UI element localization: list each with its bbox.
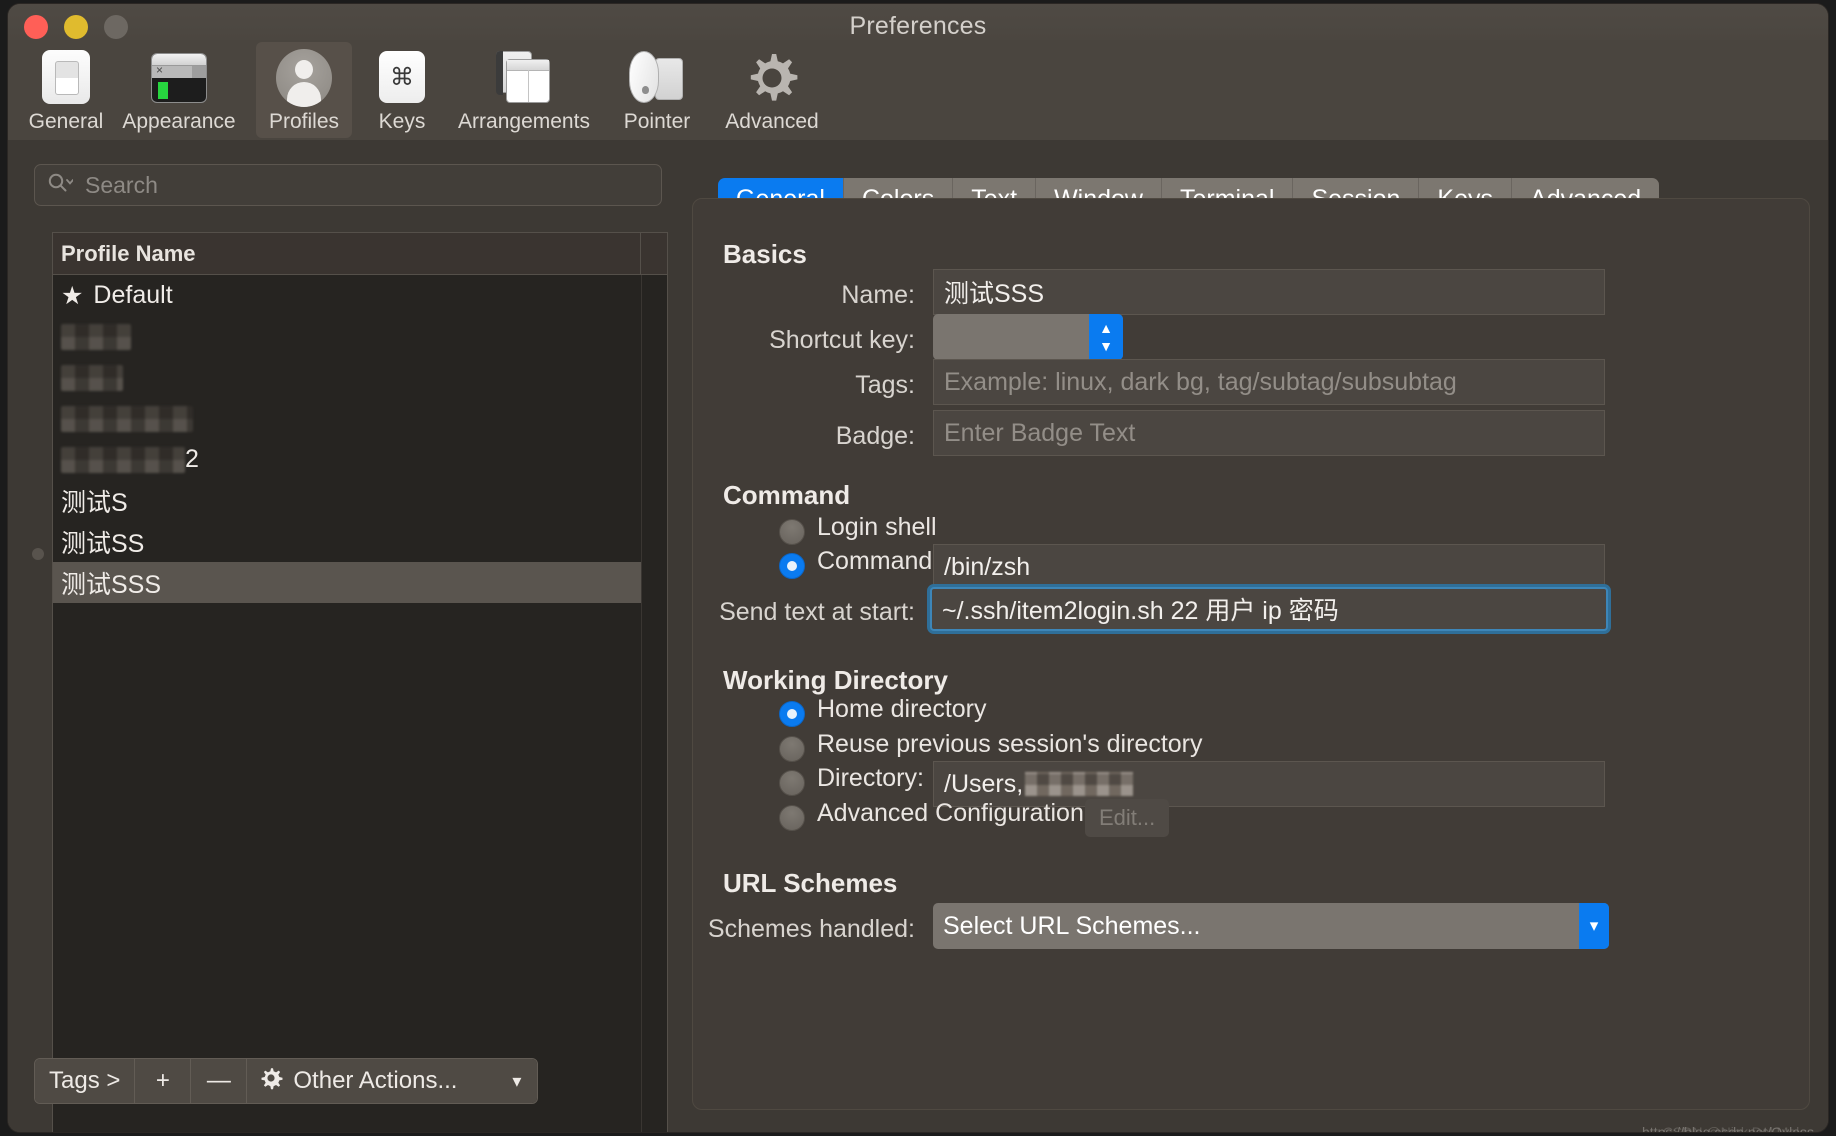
general-tab-panel: Basics Name: 测试SSS Shortcut key: ▲ ▼ Tags… <box>692 198 1810 1110</box>
edit-advanced-configuration-button[interactable]: Edit... <box>1085 799 1170 837</box>
home-directory-label: Home directory <box>817 695 987 723</box>
profile-row-redacted-1[interactable] <box>53 316 667 357</box>
schemes-handled-value: Select URL Schemes... <box>943 911 1201 940</box>
redacted-profile-name <box>61 405 193 432</box>
profile-row-redacted-4[interactable]: 2 <box>53 439 667 480</box>
toolbar-label: General <box>28 110 104 133</box>
redacted-profile-name <box>61 364 123 391</box>
preferences-toolbar: General Appearance Profiles Keys Arrange… <box>8 40 1828 140</box>
toolbar-label: Keys <box>378 110 426 133</box>
tags-label: Tags: <box>855 371 915 399</box>
tags-button[interactable]: Tags > <box>35 1059 136 1103</box>
profile-row-redacted-2[interactable] <box>53 357 667 398</box>
shortcut-key-stepper[interactable]: ▲ ▼ <box>933 314 1123 360</box>
login-shell-radio[interactable] <box>779 519 805 545</box>
toolbar-item-arrangements[interactable]: Arrangements <box>446 42 602 138</box>
column-divider[interactable] <box>640 233 641 274</box>
search-placeholder: Search <box>85 171 158 198</box>
preferences-window: Preferences General Appearance Profiles … <box>8 4 1828 1132</box>
stepper-arrows-icon[interactable]: ▲ ▼ <box>1089 314 1123 360</box>
custom-directory-label: Directory: <box>817 764 924 792</box>
profile-row-default[interactable]: ★ Default <box>53 275 667 316</box>
advanced-configuration-radio[interactable] <box>779 805 805 831</box>
profile-table-header[interactable]: Profile Name <box>53 233 667 275</box>
profile-row-label: 测试SS <box>61 529 145 558</box>
name-field[interactable]: 测试SSS <box>933 269 1605 315</box>
home-directory-radio[interactable] <box>779 701 805 727</box>
shortcut-key-label: Shortcut key: <box>769 326 915 354</box>
badge-label: Badge: <box>835 422 915 450</box>
send-text-at-start-label: Send text at start: <box>719 598 915 626</box>
command-label: Command: <box>817 547 940 575</box>
profile-list-scrollbar[interactable] <box>641 275 667 1132</box>
toolbar-item-general[interactable]: General <box>16 42 116 138</box>
profile-row-label: 测试SSS <box>61 570 162 599</box>
schemes-handled-popup[interactable]: Select URL Schemes... ▾ <box>933 903 1609 949</box>
gear-icon <box>259 1066 283 1097</box>
directory-value-prefix: /Users, <box>944 769 1024 798</box>
split-pane-handle[interactable] <box>32 548 44 560</box>
redacted-profile-name <box>61 323 131 350</box>
watermark-line-2: CSDN @Nick Del Moles <box>1662 1124 1814 1132</box>
tags-field[interactable]: Example: linux, dark bg, tag/subtag/subs… <box>933 359 1605 405</box>
mouse-trackpad-icon <box>626 48 688 108</box>
toolbar-label: Arrangements <box>458 110 590 133</box>
person-avatar-icon <box>273 48 335 108</box>
reuse-session-directory-radio[interactable] <box>779 736 805 762</box>
terminal-window-icon <box>148 48 210 108</box>
toolbar-label: Profiles <box>268 110 340 133</box>
command-key-icon <box>371 48 433 108</box>
advanced-configuration-label: Advanced Configuration <box>817 799 1084 827</box>
name-label: Name: <box>841 281 915 309</box>
toolbar-item-pointer[interactable]: Pointer <box>606 42 708 138</box>
toolbar-item-appearance[interactable]: Appearance <box>118 42 240 138</box>
section-title-working-directory: Working Directory <box>723 665 948 695</box>
section-title-command: Command <box>723 480 851 510</box>
search-icon <box>47 172 74 199</box>
redacted-profile-name <box>61 446 185 473</box>
command-field[interactable]: /bin/zsh <box>933 544 1605 590</box>
toolbar-label: Advanced <box>725 110 819 133</box>
toolbar-item-advanced[interactable]: Advanced <box>714 42 830 138</box>
toolbar-item-keys[interactable]: Keys <box>366 42 438 138</box>
profiles-sidebar: Search Profile Name ★ Default 2 测试S 测试SS… <box>8 140 680 1132</box>
redacted-directory-path <box>1025 772 1134 796</box>
star-icon: ★ <box>61 281 84 310</box>
general-switch-icon <box>35 48 97 108</box>
search-input[interactable]: Search <box>34 164 662 206</box>
chevron-down-icon: ▾ <box>512 1070 522 1091</box>
send-text-at-start-field[interactable]: ~/.ssh/item2login.sh 22 用户 ip 密码 <box>927 584 1611 634</box>
profile-row-ceshi-sss[interactable]: 测试SSS <box>53 562 667 603</box>
schemes-handled-label: Schemes handled: <box>707 915 915 943</box>
windows-stack-icon <box>493 48 555 108</box>
toolbar-item-profiles[interactable]: Profiles <box>256 42 352 138</box>
section-title-url-schemes: URL Schemes <box>723 868 898 898</box>
profile-row-label: 2 <box>185 445 199 473</box>
other-actions-label: Other Actions... <box>293 1067 458 1094</box>
badge-field[interactable]: Enter Badge Text <box>933 410 1605 456</box>
profile-list-table[interactable]: Profile Name ★ Default 2 测试S 测试SS 测试SSS <box>52 232 668 1132</box>
profile-row-ceshi-s[interactable]: 测试S <box>53 480 667 521</box>
preferences-content: Search Profile Name ★ Default 2 测试S 测试SS… <box>8 140 1828 1132</box>
section-title-basics: Basics <box>723 239 807 269</box>
command-radio[interactable] <box>779 553 805 579</box>
profile-detail-pane: General Colors Text Window Terminal Sess… <box>680 140 1828 1132</box>
profile-row-redacted-3[interactable] <box>53 398 667 439</box>
profile-row-label: Default <box>93 281 173 309</box>
profile-row-ceshi-ss[interactable]: 测试SS <box>53 521 667 562</box>
gear-icon <box>741 48 803 108</box>
profiles-bottom-toolbar: Tags > + — Other Actions... ▾ <box>34 1058 539 1104</box>
toolbar-label: Pointer <box>623 110 691 133</box>
add-profile-button[interactable]: + <box>135 1059 192 1103</box>
column-header-profile-name: Profile Name <box>61 240 196 266</box>
toolbar-label: Appearance <box>122 110 236 133</box>
remove-profile-button[interactable]: — <box>191 1059 248 1103</box>
profile-row-label: 测试S <box>61 488 128 517</box>
login-shell-label: Login shell <box>817 513 937 541</box>
custom-directory-radio[interactable] <box>779 770 805 796</box>
chevron-down-icon[interactable]: ▾ <box>1579 903 1609 949</box>
window-title: Preferences <box>849 12 987 40</box>
reuse-session-directory-label: Reuse previous session's directory <box>817 730 1203 758</box>
other-actions-button[interactable]: Other Actions... ▾ <box>247 1059 538 1103</box>
